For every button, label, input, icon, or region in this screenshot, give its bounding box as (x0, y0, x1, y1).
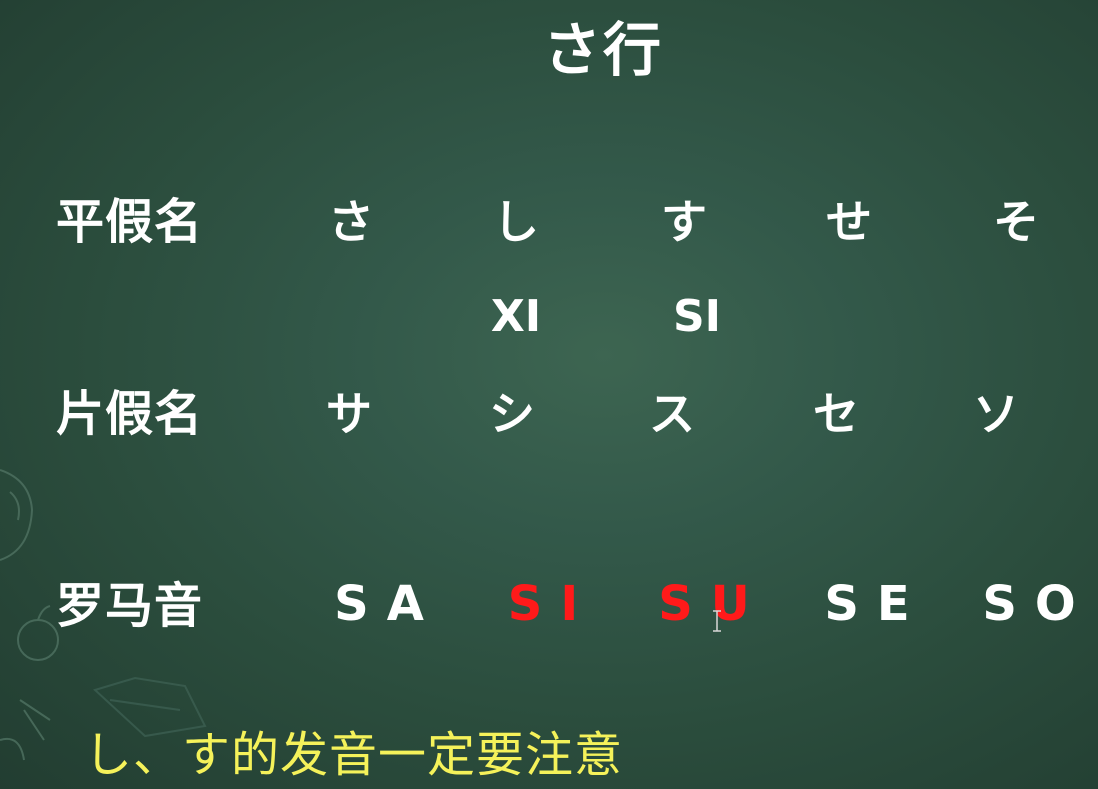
pronunciation-note: し、す的发音一定要注意 (84, 727, 624, 783)
romaji-si-highlight: SI (507, 576, 597, 632)
page-title: さ行 (542, 16, 663, 84)
hiragana-su: す (661, 195, 707, 249)
katakana-se: セ (813, 387, 859, 441)
katakana-sa: サ (326, 387, 372, 441)
romaji-so: SO (982, 576, 1094, 632)
romaji-sa: SA (334, 576, 442, 632)
hiragana-se: せ (826, 195, 872, 249)
chalkboard: さ行 平假名 さ し す せ そ XI SI 片假名 サ シ ス セ ソ 罗马音… (0, 0, 1098, 789)
pinyin-note-shi: XI (490, 291, 542, 342)
katakana-row-label: 片假名 (56, 386, 204, 442)
pinyin-note-su: SI (672, 291, 722, 342)
hiragana-row-label: 平假名 (56, 194, 204, 250)
katakana-shi: シ (489, 387, 535, 441)
romaji-se: SE (824, 576, 928, 632)
katakana-so: ソ (973, 387, 1019, 441)
hiragana-sa: さ (328, 195, 374, 249)
romaji-row-label: 罗马音 (56, 578, 204, 634)
text-cursor-icon (713, 610, 721, 632)
hiragana-shi: し (493, 195, 539, 249)
katakana-su: ス (649, 387, 695, 441)
hiragana-so: そ (993, 195, 1039, 249)
